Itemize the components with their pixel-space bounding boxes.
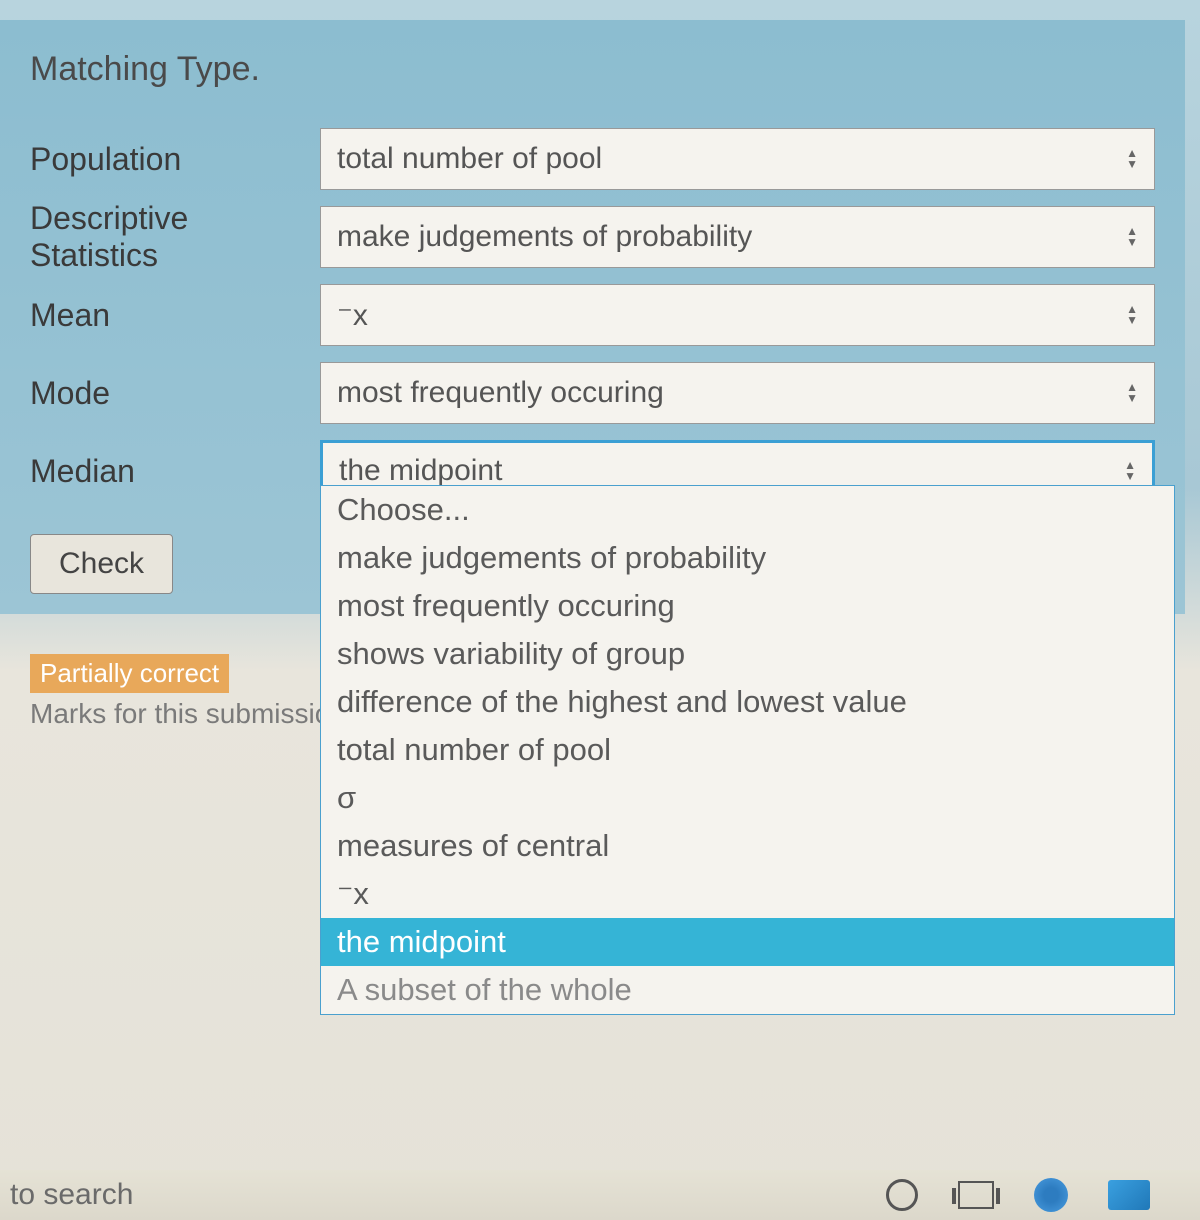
select-descriptive[interactable]: make judgements of probability ▲▼ [320,206,1155,268]
select-mode[interactable]: most frequently occuring ▲▼ [320,362,1155,424]
check-button[interactable]: Check [30,534,173,594]
dropdown-option[interactable]: difference of the highest and lowest val… [321,678,1174,726]
select-value: the midpoint [339,454,502,488]
dropdown-option-selected[interactable]: the midpoint [321,918,1174,966]
row-label: Population [30,141,320,178]
select-value: make judgements of probability [337,220,752,254]
taskview-icon[interactable] [958,1181,994,1209]
match-row-mean: Mean ⁻x ▲▼ [30,280,1155,350]
dropdown-option[interactable]: shows variability of group [321,630,1174,678]
chevron-updown-icon: ▲▼ [1126,382,1138,404]
chevron-updown-icon: ▲▼ [1126,148,1138,170]
mail-icon[interactable] [1108,1180,1150,1210]
select-value: total number of pool [337,142,602,176]
dropdown-option[interactable]: total number of pool [321,726,1174,774]
match-row-population: Population total number of pool ▲▼ [30,124,1155,194]
row-label: Descriptive Statistics [30,200,320,274]
dropdown-option[interactable]: Choose... [321,486,1174,534]
row-label: Mode [30,375,320,412]
search-input[interactable]: to search [10,1178,133,1212]
status-badge: Partially correct [30,654,229,693]
match-row-descriptive: Descriptive Statistics make judgements o… [30,202,1155,272]
edge-icon[interactable] [1034,1178,1068,1212]
chevron-updown-icon: ▲▼ [1126,226,1138,248]
dropdown-option[interactable]: make judgements of probability [321,534,1174,582]
chevron-updown-icon: ▲▼ [1126,304,1138,326]
select-value: most frequently occuring [337,376,664,410]
chevron-updown-icon: ▲▼ [1124,460,1136,482]
select-population[interactable]: total number of pool ▲▼ [320,128,1155,190]
row-label: Mean [30,297,320,334]
dropdown-option[interactable]: ⁻x [321,870,1174,918]
taskbar: to search [0,1170,1200,1220]
dropdown-list: Choose... make judgements of probability… [320,485,1175,1015]
dropdown-option[interactable]: A subset of the whole [321,966,1174,1014]
dropdown-option[interactable]: most frequently occuring [321,582,1174,630]
cortana-icon[interactable] [886,1179,918,1211]
row-label: Median [30,453,320,490]
quiz-panel: Matching Type. Population total number o… [0,20,1185,614]
dropdown-option[interactable]: σ [321,774,1174,822]
select-value: ⁻x [337,298,368,333]
match-row-mode: Mode most frequently occuring ▲▼ [30,358,1155,428]
dropdown-option[interactable]: measures of central [321,822,1174,870]
select-mean[interactable]: ⁻x ▲▼ [320,284,1155,346]
quiz-title: Matching Type. [30,50,1155,89]
